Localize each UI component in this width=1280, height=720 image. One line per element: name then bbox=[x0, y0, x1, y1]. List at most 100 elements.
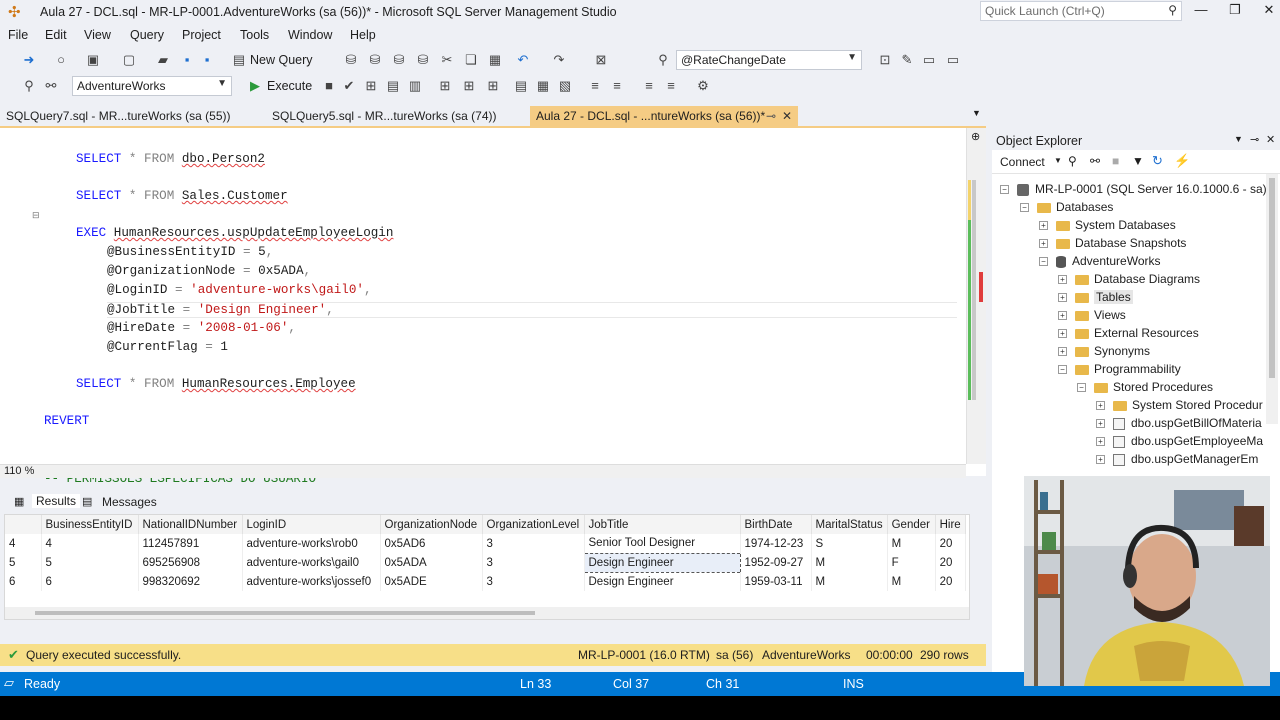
cell[interactable]: Design Engineer bbox=[584, 572, 741, 591]
cell[interactable]: 1959-03-11 bbox=[740, 572, 812, 591]
wrench-icon[interactable]: ✎ bbox=[898, 51, 916, 69]
cell[interactable]: 3 bbox=[482, 553, 585, 572]
window-layout-icon[interactable]: ▭ bbox=[944, 51, 962, 69]
live-stats-icon[interactable]: ⊞ bbox=[460, 77, 478, 95]
decrease-indent-icon[interactable]: ≡ bbox=[640, 77, 658, 95]
activity-monitor-icon[interactable]: ⊠ bbox=[592, 51, 610, 69]
parse-icon[interactable]: ✔ bbox=[340, 77, 358, 95]
grid-scroll-thumb[interactable] bbox=[35, 611, 535, 615]
tab-sqlquery7[interactable]: SQLQuery7.sql - MR...tureWorks (sa (55)) bbox=[0, 106, 237, 126]
tree-node-databases[interactable]: − Databases bbox=[1020, 198, 1113, 216]
table-row[interactable]: 5 5 695256908 adventure-works\gail0 0x5A… bbox=[5, 552, 966, 573]
dmx-query-icon[interactable]: ⛁ bbox=[414, 51, 432, 69]
menu-file[interactable]: File bbox=[8, 28, 28, 42]
cell[interactable]: F bbox=[887, 553, 936, 572]
panel-menu-icon[interactable]: ▼ bbox=[1234, 134, 1243, 144]
save-icon[interactable]: ▪ bbox=[178, 51, 196, 69]
find-combo[interactable]: @RateChangeDate ▼ bbox=[676, 50, 862, 70]
analysis-query-icon[interactable]: ⛁ bbox=[366, 51, 384, 69]
execute-button[interactable]: Execute bbox=[267, 79, 312, 93]
results-text-icon[interactable]: ▤ bbox=[512, 77, 530, 95]
tree-node-external-resources[interactable]: + External Resources bbox=[1058, 324, 1199, 342]
split-editor-icon[interactable]: ⊕ bbox=[971, 130, 980, 143]
tab-results[interactable]: Results bbox=[32, 494, 81, 508]
editor-horizontal-scrollbar[interactable]: 110 % bbox=[0, 464, 966, 478]
column-header[interactable]: OrganizationLevel bbox=[482, 515, 585, 534]
cell[interactable]: 20 bbox=[935, 572, 966, 591]
cell[interactable]: M bbox=[811, 553, 888, 572]
undo-icon[interactable]: ↶ bbox=[514, 51, 532, 69]
column-header[interactable]: Gender bbox=[887, 515, 936, 534]
column-header[interactable]: NationalIDNumber bbox=[138, 515, 243, 534]
cell[interactable]: 20 bbox=[935, 534, 966, 553]
output-window-icon[interactable]: ▱ bbox=[4, 675, 14, 691]
comment-icon[interactable]: ≡ bbox=[586, 77, 604, 95]
tree-node-sp-getbillofmaterials[interactable]: + dbo.uspGetBillOfMateria bbox=[1096, 414, 1262, 432]
display-plan-icon[interactable]: ⊞ bbox=[362, 77, 380, 95]
results-file-icon[interactable]: ▧ bbox=[556, 77, 574, 95]
filter-icon[interactable]: ▼ bbox=[1132, 154, 1144, 168]
tree-node-stored-procedures[interactable]: − Stored Procedures bbox=[1077, 378, 1213, 396]
cell[interactable]: M bbox=[887, 572, 936, 591]
paste-icon[interactable]: ▦ bbox=[486, 51, 504, 69]
back-icon[interactable]: ➜ bbox=[20, 51, 38, 69]
redo-icon[interactable]: ↷ bbox=[550, 51, 568, 69]
copy-icon[interactable]: ❏ bbox=[462, 51, 480, 69]
zoom-level[interactable]: 110 % bbox=[4, 465, 34, 477]
db-engine-query-icon[interactable]: ⛁ bbox=[342, 51, 360, 69]
close-tab-icon[interactable]: ✕ bbox=[782, 106, 792, 126]
tree-node-synonyms[interactable]: + Synonyms bbox=[1058, 342, 1150, 360]
tree-vertical-scrollbar[interactable] bbox=[1266, 174, 1278, 424]
cell[interactable]: 0x5ADE bbox=[380, 572, 483, 591]
disconnect-icon[interactable]: ⚯ bbox=[42, 77, 60, 95]
activity-icon[interactable]: ⚡ bbox=[1174, 153, 1190, 169]
cell[interactable]: 6 bbox=[41, 572, 139, 591]
close-panel-icon[interactable]: ✕ bbox=[1266, 133, 1275, 146]
table-row[interactable]: 4 4 112457891 adventure-works\rob0 0x5AD… bbox=[5, 534, 966, 553]
cell[interactable]: 3 bbox=[482, 534, 585, 553]
row-number[interactable]: 4 bbox=[5, 534, 42, 553]
menu-help[interactable]: Help bbox=[350, 28, 376, 42]
tab-sqlquery5[interactable]: SQLQuery5.sql - MR...tureWorks (sa (74)) bbox=[266, 106, 503, 126]
stop-icon[interactable]: ■ bbox=[1112, 154, 1119, 168]
table-row[interactable]: 6 6 998320692 adventure-works\jossef0 0x… bbox=[5, 572, 966, 591]
connect-icon[interactable]: ⚲ bbox=[20, 77, 38, 95]
cell[interactable]: adventure-works\jossef0 bbox=[242, 572, 381, 591]
connect-button[interactable]: Connect bbox=[1000, 155, 1045, 169]
tree-node-database-snapshots[interactable]: + Database Snapshots bbox=[1039, 234, 1186, 252]
cut-icon[interactable]: ✂ bbox=[438, 51, 456, 69]
column-header[interactable]: BirthDate bbox=[740, 515, 812, 534]
cell[interactable]: 1952-09-27 bbox=[740, 553, 812, 572]
client-stats-icon[interactable]: ⊞ bbox=[484, 77, 502, 95]
grid-horizontal-scrollbar[interactable] bbox=[5, 607, 969, 619]
add-item-icon[interactable]: ▢ bbox=[120, 51, 138, 69]
tab-messages[interactable]: Messages bbox=[102, 495, 157, 509]
cell[interactable]: 4 bbox=[41, 534, 139, 553]
query-options-icon[interactable]: ▤ bbox=[384, 77, 402, 95]
tree-node-server[interactable]: − MR-LP-0001 (SQL Server 16.0.1000.6 - sa… bbox=[1000, 180, 1267, 198]
cell[interactable]: 998320692 bbox=[138, 572, 243, 591]
column-header[interactable]: BusinessEntityID bbox=[41, 515, 139, 534]
cell[interactable]: M bbox=[887, 534, 936, 553]
specify-values-icon[interactable]: ⚙ bbox=[694, 77, 712, 95]
selected-cell[interactable]: Design Engineer bbox=[583, 552, 741, 573]
cell[interactable]: 20 bbox=[935, 553, 966, 572]
tree-node-sp-getmanageremployees[interactable]: + dbo.uspGetManagerEm bbox=[1096, 450, 1258, 468]
pin-icon[interactable]: ⊸ bbox=[1250, 133, 1259, 146]
new-project-icon[interactable]: ▣ bbox=[84, 51, 102, 69]
collapse-region-icon[interactable]: ⊟ bbox=[32, 210, 40, 221]
cell[interactable]: 695256908 bbox=[138, 553, 243, 572]
cell[interactable]: 3 bbox=[482, 572, 585, 591]
pin-icon[interactable]: ⊸ bbox=[766, 106, 776, 126]
refresh-icon[interactable]: ↻ bbox=[1152, 153, 1163, 169]
tree-node-programmability[interactable]: − Programmability bbox=[1058, 360, 1181, 378]
results-grid[interactable]: BusinessEntityID NationalIDNumber LoginI… bbox=[4, 514, 970, 620]
new-query-button[interactable]: New Query bbox=[250, 53, 313, 67]
close-button[interactable]: ✕ bbox=[1252, 0, 1280, 22]
cell[interactable]: adventure-works\rob0 bbox=[242, 534, 381, 553]
cell[interactable]: Senior Tool Designer bbox=[584, 534, 741, 553]
tree-node-tables[interactable]: + Tables bbox=[1058, 288, 1133, 306]
connect-icon[interactable]: ⚲ bbox=[1068, 154, 1077, 168]
maximize-button[interactable]: ❐ bbox=[1218, 0, 1252, 22]
tab-list-dropdown-icon[interactable]: ▼ bbox=[972, 108, 981, 118]
